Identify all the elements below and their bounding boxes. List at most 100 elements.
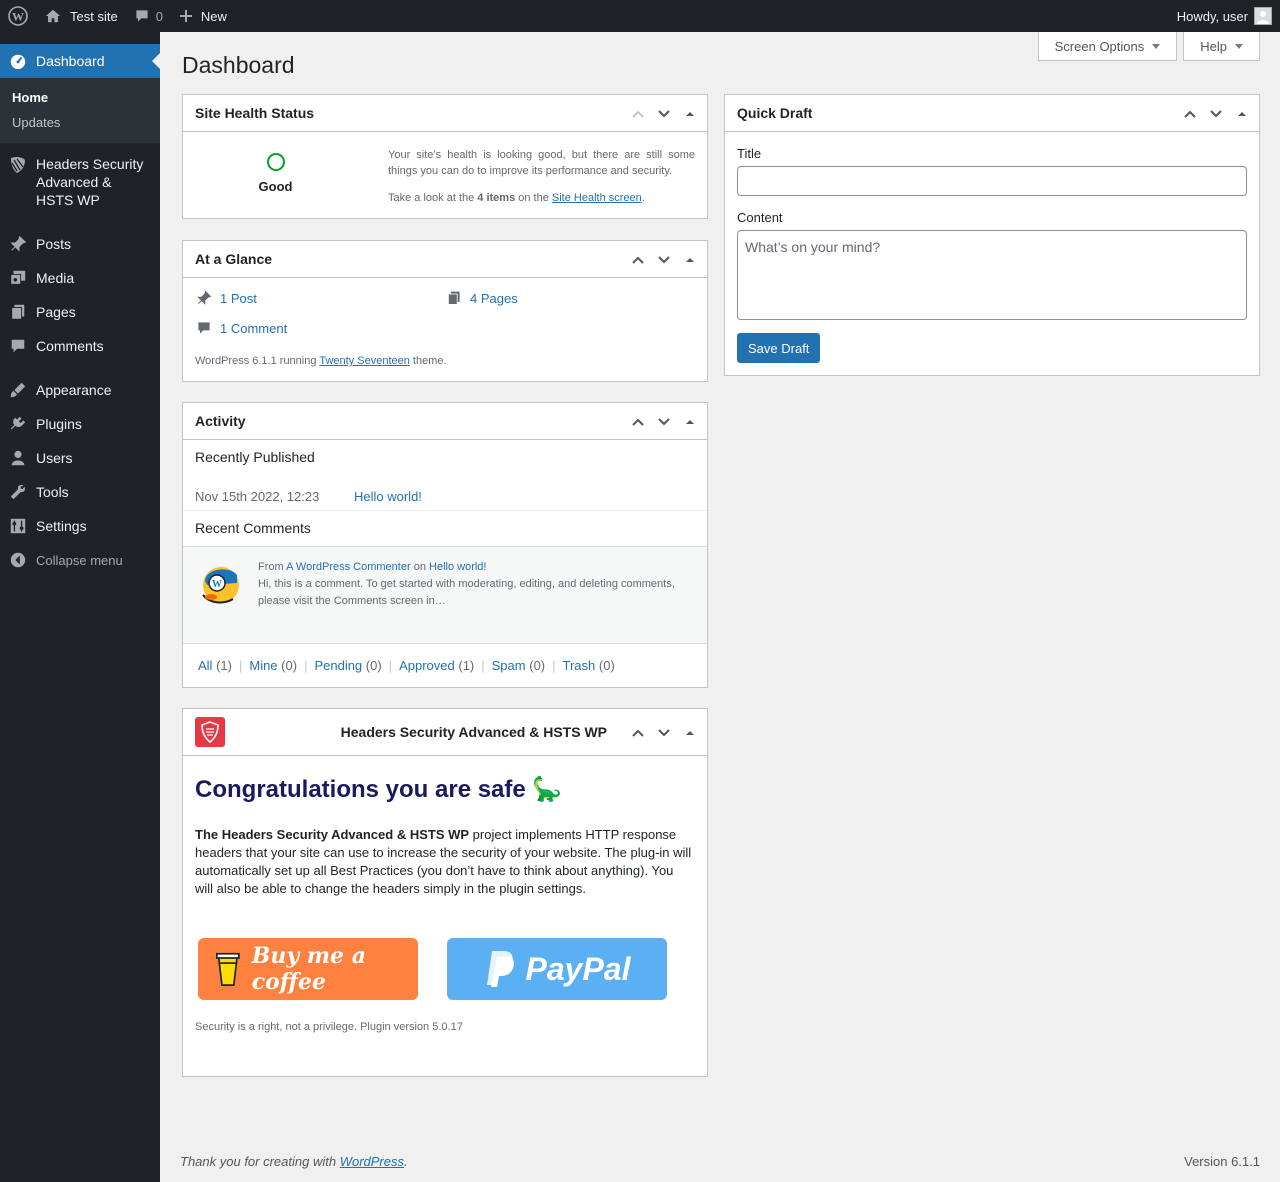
move-up-icon[interactable] (629, 724, 647, 742)
toggle-panel-icon[interactable] (681, 105, 699, 123)
move-down-icon[interactable] (655, 724, 673, 742)
wp-version-info: WordPress 6.1.1 running Twenty Seventeen… (195, 355, 447, 367)
wordpress-link[interactable]: WordPress (340, 1154, 404, 1169)
content-field[interactable]: What’s on your mind? (737, 230, 1247, 320)
plugin-description: The Headers Security Advanced & HSTS WP … (195, 826, 695, 898)
buy-me-a-coffee-button[interactable]: Buy me a coffee (198, 938, 418, 1000)
glance-posts[interactable]: 1 Post (195, 289, 257, 307)
site-health-widget: Site Health Status Good Your site’s heal… (182, 94, 708, 219)
comments-link[interactable]: 0 (126, 0, 171, 32)
sidebar-item-settings[interactable]: Settings (0, 509, 160, 543)
commenter-avatar: W (199, 561, 243, 605)
site-health-screen-link[interactable]: Site Health screen (552, 192, 642, 204)
toggle-panel-icon[interactable] (681, 251, 699, 269)
text: on the (515, 192, 552, 204)
move-down-icon[interactable] (1207, 105, 1225, 123)
widget-header: Quick Draft (725, 95, 1259, 132)
toggle-panel-icon[interactable] (681, 413, 699, 431)
svg-text:W: W (212, 579, 222, 590)
health-description: Your site’s health is looking good, but … (388, 147, 695, 217)
sidebar-item-appearance[interactable]: Appearance (0, 373, 160, 407)
admin-sidebar: Dashboard Home Updates Headers Security … (0, 32, 160, 1182)
new-label: New (200, 8, 227, 24)
pushpin-icon (195, 289, 213, 307)
sidebar-item-comments[interactable]: Comments (0, 329, 160, 363)
title-label: Title (737, 146, 762, 161)
posts-link[interactable]: 1 Post (220, 291, 257, 306)
media-icon (8, 268, 28, 288)
wordpress-logo-icon[interactable]: W (0, 0, 36, 32)
publish-date: Nov 15th 2022, 12:23 (195, 489, 320, 504)
sidebar-item-headers-security[interactable]: Headers Security Advanced & HSTS WP (0, 147, 160, 217)
quick-draft-widget: Quick Draft Title Content What’s on your… (724, 94, 1260, 376)
sidebar-item-media[interactable]: Media (0, 261, 160, 295)
user-icon (8, 448, 28, 468)
sidebar-item-pages[interactable]: Pages (0, 295, 160, 329)
filter-pending[interactable]: Pending (0) (314, 658, 381, 673)
text: WordPress 6.1.1 running (195, 355, 320, 367)
filter-all[interactable]: All (1) (198, 658, 232, 673)
title-field[interactable] (737, 166, 1247, 196)
screen-options-button[interactable]: Screen Options (1037, 32, 1178, 61)
filter-label: All (198, 658, 213, 673)
sidebar-item-posts[interactable]: Posts (0, 227, 160, 261)
sidebar-item-label: Plugins (36, 416, 82, 432)
screen-options-label: Screen Options (1054, 38, 1145, 54)
save-draft-button[interactable]: Save Draft (737, 333, 821, 363)
filter-approved[interactable]: Approved (1) (399, 658, 474, 673)
move-up-icon[interactable] (629, 105, 647, 123)
comments-link[interactable]: 1 Comment (220, 321, 287, 336)
move-up-icon[interactable] (629, 413, 647, 431)
pages-link[interactable]: 4 Pages (470, 291, 518, 306)
paypal-button[interactable]: PayPal (447, 938, 667, 1000)
submenu-updates[interactable]: Updates (0, 110, 160, 135)
activity-widget: Activity Recently Published Nov 15th 202… (182, 402, 708, 688)
text: theme. (409, 355, 447, 367)
sidebar-item-label: Settings (36, 518, 87, 534)
submenu-home[interactable]: Home (0, 85, 160, 110)
my-account-link[interactable]: Howdy, user (1169, 0, 1280, 32)
comment-post-link[interactable]: Hello world! (429, 561, 486, 573)
glance-comments[interactable]: 1 Comment (195, 319, 287, 337)
plugin-name: The Headers Security Advanced & HSTS WP (195, 827, 470, 842)
theme-link[interactable]: Twenty Seventeen (319, 355, 410, 367)
sidebar-item-tools[interactable]: Tools (0, 475, 160, 509)
toggle-panel-icon[interactable] (681, 724, 699, 742)
filter-mine[interactable]: Mine (0) (249, 658, 297, 673)
site-name-link[interactable]: Test site (36, 0, 126, 32)
commenter-link[interactable]: A WordPress Commenter (286, 561, 411, 573)
filter-spam[interactable]: Spam (0) (492, 658, 545, 673)
footer-thanks: Thank you for creating with WordPress. (180, 1154, 408, 1169)
widget-header: Activity (183, 403, 707, 440)
comments-count: 0 (155, 8, 163, 24)
at-a-glance-widget: At a Glance 1 Post 4 Pages 1 Comment Wor… (182, 240, 708, 382)
toggle-panel-icon[interactable] (1233, 105, 1251, 123)
comment-excerpt: Hi, this is a comment. To get started wi… (258, 578, 675, 607)
text: on (413, 561, 426, 573)
sidebar-item-label: Headers Security Advanced & HSTS WP (36, 156, 144, 208)
sidebar-item-dashboard[interactable]: Dashboard (0, 44, 160, 78)
filter-count: (1) (216, 658, 232, 673)
sidebar-item-users[interactable]: Users (0, 441, 160, 475)
move-down-icon[interactable] (655, 105, 673, 123)
post-link[interactable]: Hello world! (354, 489, 422, 504)
published-row: Nov 15th 2022, 12:23 Hello world! (195, 489, 422, 504)
sidebar-item-plugins[interactable]: Plugins (0, 407, 160, 441)
new-content-link[interactable]: New (171, 0, 235, 32)
plus-icon (179, 10, 192, 22)
widget-title: Quick Draft (737, 105, 813, 121)
help-button[interactable]: Help (1183, 32, 1260, 61)
paypal-p-icon (486, 951, 514, 987)
divider (183, 510, 707, 511)
move-up-icon[interactable] (629, 251, 647, 269)
move-up-icon[interactable] (1181, 105, 1199, 123)
glance-pages[interactable]: 4 Pages (445, 289, 518, 307)
filter-trash[interactable]: Trash (0) (563, 658, 615, 673)
move-down-icon[interactable] (655, 413, 673, 431)
pages-icon (8, 302, 28, 322)
health-circle-icon (266, 153, 285, 171)
collapse-menu-button[interactable]: Collapse menu (0, 543, 160, 577)
filter-label: Approved (399, 658, 455, 673)
move-down-icon[interactable] (655, 251, 673, 269)
help-label: Help (1200, 38, 1227, 54)
